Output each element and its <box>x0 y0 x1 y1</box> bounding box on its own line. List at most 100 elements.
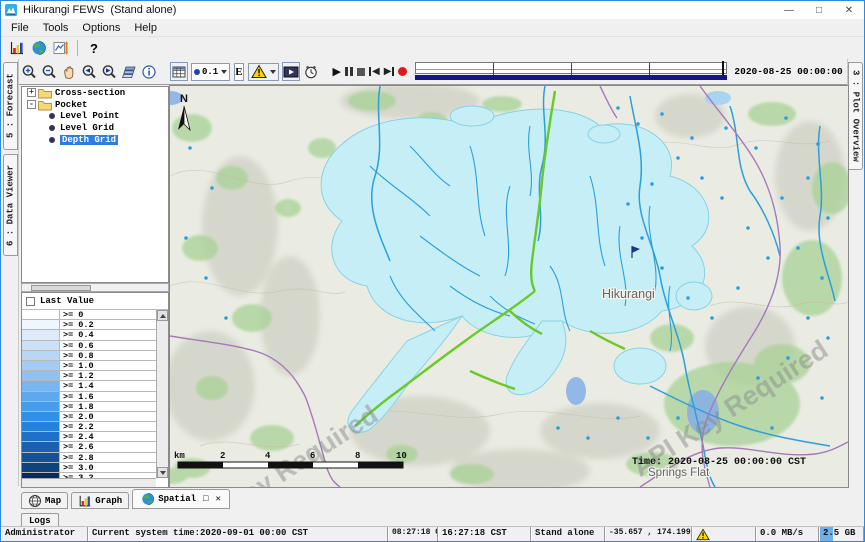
menu-help[interactable]: Help <box>127 21 164 35</box>
expand-icon[interactable]: + <box>27 88 36 97</box>
menu-options[interactable]: Options <box>75 21 127 35</box>
collapse-icon[interactable]: - <box>27 100 36 109</box>
pause-button[interactable] <box>344 62 354 81</box>
zoom-out-button[interactable] <box>40 62 58 81</box>
tab-forecast[interactable]: 5 : Forecast <box>3 62 18 150</box>
legend-horizontal-scrollbar[interactable] <box>22 478 156 487</box>
record-icon <box>398 67 407 76</box>
tab-close-icon[interactable]: ✕ <box>215 494 220 504</box>
contour-value-dropdown[interactable]: 0.1 <box>191 63 230 81</box>
legend-value: >= 0.2 <box>60 320 156 329</box>
tab-data-viewer[interactable]: 6 : Data Viewer <box>3 154 18 256</box>
legend-vertical-scrollbar[interactable] <box>156 310 168 478</box>
maximize-button[interactable]: □ <box>804 1 834 19</box>
tab-maximize-icon[interactable]: □ <box>203 494 208 504</box>
menu-tools[interactable]: Tools <box>36 21 76 35</box>
legend-row: >= 1.8 <box>22 402 156 412</box>
legend-value: >= 1.6 <box>60 392 156 401</box>
status-local-time: 16:27:18 CST <box>438 527 531 541</box>
tree-item-label[interactable]: Level Grid <box>60 123 114 133</box>
contour-value-label: 0.1 <box>202 67 218 77</box>
scroll-up-button[interactable] <box>157 310 168 321</box>
spatial-map[interactable]: API Key Required API Key Required N Hiku… <box>169 85 849 488</box>
scroll-down-button[interactable] <box>157 467 168 478</box>
tab-graph[interactable]: Graph <box>71 492 129 509</box>
tree-item-label[interactable]: Cross-section <box>55 88 125 98</box>
tree-item-level-point[interactable]: Level Point <box>22 111 168 123</box>
grid-icon <box>171 64 187 80</box>
tree-item-cross-section[interactable]: + Cross-section <box>22 87 168 99</box>
play-box-icon <box>283 64 299 80</box>
time-slider-track[interactable] <box>415 62 727 74</box>
step-forward-icon: ▶ <box>384 66 395 77</box>
help-button[interactable]: ? <box>84 39 104 58</box>
time-slider[interactable] <box>415 62 727 82</box>
tab-spatial[interactable]: Spatial □ ✕ <box>132 489 230 509</box>
tree-item-level-grid[interactable]: Level Grid <box>22 122 168 134</box>
main-toolbar: ? <box>1 37 864 59</box>
tree-item-depth-grid[interactable]: Depth Grid <box>22 134 168 146</box>
database-button[interactable] <box>7 39 27 58</box>
step-forward-button[interactable]: ▶ <box>383 62 396 81</box>
legend-toggle-label: E <box>235 66 242 78</box>
legend-value: >= 1.2 <box>60 371 156 380</box>
last-value-checkbox[interactable] <box>26 297 35 306</box>
time-settings-button[interactable] <box>302 62 320 81</box>
spatial-display-button[interactable] <box>51 39 71 58</box>
info-button[interactable] <box>140 62 158 81</box>
step-back-button[interactable]: ◀ <box>368 62 381 81</box>
legend-row: >= 1.0 <box>22 361 156 371</box>
legend-swatch <box>22 320 60 329</box>
record-button[interactable] <box>397 62 408 81</box>
zoom-in-icon <box>21 64 37 80</box>
globe-icon <box>141 492 155 506</box>
status-system-time: Current system time:2020-09-01 00:00 CST <box>88 527 388 541</box>
grid-toggle-button[interactable] <box>170 62 188 81</box>
status-memory[interactable]: 2.5 GB <box>819 527 864 541</box>
legend-swatch <box>22 330 60 339</box>
close-button[interactable]: ✕ <box>834 1 864 19</box>
tree-item-label[interactable]: Level Point <box>60 111 119 121</box>
logs-row: Logs <box>21 510 59 527</box>
legend-swatch <box>22 392 60 401</box>
tab-map[interactable]: Map <box>21 492 68 509</box>
zoom-next-button[interactable] <box>100 62 118 81</box>
toolbar-separator <box>77 40 78 56</box>
minimize-button[interactable]: — <box>774 1 804 19</box>
scale-tick: 10 <box>396 451 407 461</box>
zoom-previous-button[interactable] <box>80 62 98 81</box>
legend-swatch <box>22 432 60 441</box>
pan-button[interactable] <box>60 62 78 81</box>
zoom-in-button[interactable] <box>20 62 38 81</box>
menu-file[interactable]: File <box>4 21 36 35</box>
legend-value: >= 2.4 <box>60 432 156 441</box>
stop-button[interactable] <box>356 62 366 81</box>
tree-horizontal-scrollbar[interactable] <box>21 283 169 292</box>
tree-item-pocket[interactable]: - Pocket <box>22 99 168 111</box>
scale-tick: 4 <box>265 451 271 461</box>
animation-button[interactable] <box>282 62 300 81</box>
play-button[interactable]: ▶ <box>332 62 342 81</box>
bars-icon <box>9 40 25 56</box>
node-bullet-icon <box>49 137 55 143</box>
legend-row: >= 1.4 <box>22 381 156 391</box>
left-tab-strip: 5 : Forecast 6 : Data Viewer <box>1 59 19 486</box>
legend-swatch <box>22 310 60 319</box>
tree-item-label[interactable]: Pocket <box>55 100 87 110</box>
legend-toggle-button[interactable]: E <box>234 63 243 81</box>
map-display-button[interactable] <box>29 39 49 58</box>
thresholds-dropdown[interactable] <box>248 63 279 81</box>
legend-swatch <box>22 422 60 431</box>
tree-item-label-selected[interactable]: Depth Grid <box>60 135 118 145</box>
scrollbar-thumb[interactable] <box>31 285 91 291</box>
status-warning-cell[interactable] <box>692 527 756 541</box>
node-bullet-icon <box>49 125 55 131</box>
legend-row: >= 0.2 <box>22 320 156 330</box>
legend-value: >= 0 <box>60 310 156 319</box>
tab-plot-overview[interactable]: 3 : Plot Overview <box>848 62 863 170</box>
legend-row: >= 0.4 <box>22 330 156 340</box>
time-slider-handle[interactable] <box>722 61 724 75</box>
legend-swatch <box>22 442 60 451</box>
legend-swatch <box>22 361 60 370</box>
layers-button[interactable] <box>120 62 138 81</box>
